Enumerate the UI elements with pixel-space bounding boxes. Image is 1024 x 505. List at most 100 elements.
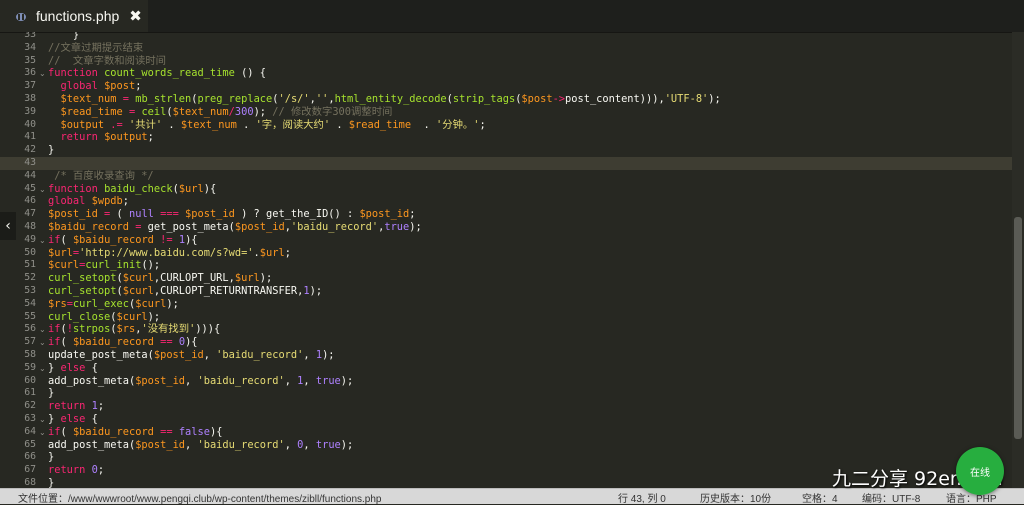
code-token: , bbox=[185, 374, 198, 387]
fold-arrow-icon[interactable]: ⌄ bbox=[39, 235, 46, 247]
code-line[interactable]: 63 ⌄} else { bbox=[0, 413, 1012, 426]
code-token: ); bbox=[340, 438, 354, 451]
code-text: add_post_meta($post_id, 'baidu_record', … bbox=[48, 439, 353, 452]
code-token: ; bbox=[97, 464, 105, 477]
code-text: $read_time = ceil($text_num/300); // 修改数… bbox=[48, 106, 392, 119]
code-line[interactable]: 37 global $post; bbox=[0, 80, 1012, 93]
code-token: $url bbox=[259, 246, 285, 259]
fold-arrow-icon[interactable]: ⌄ bbox=[39, 414, 46, 426]
code-line[interactable]: 57 ⌄ if( $baidu_record == 0){ bbox=[0, 336, 1012, 349]
code-token: ); bbox=[340, 374, 354, 387]
code-token: } bbox=[48, 361, 61, 374]
code-token: () { bbox=[234, 67, 266, 80]
code-text: return 1; bbox=[48, 400, 104, 413]
code-line[interactable]: 64 ⌄ if( $baidu_record == false){ bbox=[0, 426, 1012, 439]
code-line[interactable]: 51 $curl=curl_init(); bbox=[0, 259, 1012, 272]
code-token: '/s/' bbox=[278, 93, 310, 105]
line-number: 67 bbox=[24, 464, 36, 476]
code-line[interactable]: 66} bbox=[0, 451, 1012, 464]
code-token: = bbox=[116, 93, 136, 105]
close-icon[interactable]: ✖ bbox=[129, 7, 142, 25]
code-token: , bbox=[303, 349, 316, 361]
code-line[interactable]: 36 ⌄ function count_words_read_time () { bbox=[0, 67, 1012, 80]
code-line[interactable]: 54 $rs=curl_exec($curl); bbox=[0, 298, 1012, 311]
code-line[interactable]: 40 $output .= '共计' . $text_num . '字，阅读大约… bbox=[0, 119, 1012, 132]
code-text: $url='http://www.baidu.com/s?wd='.$url; bbox=[48, 247, 291, 260]
code-token: ){ bbox=[209, 425, 223, 438]
code-token: //文章过期提示结束 bbox=[48, 41, 144, 54]
line-number: 58 bbox=[24, 349, 36, 360]
code-token: 'baidu_record' bbox=[216, 349, 304, 361]
code-token: ){ bbox=[203, 182, 217, 195]
code-line[interactable]: 42} bbox=[0, 144, 1012, 157]
code-line[interactable]: 52 curl_setopt($curl,CURLOPT_URL,$url); bbox=[0, 272, 1012, 285]
code-token: curl_init bbox=[85, 259, 142, 272]
code-line[interactable]: 38 $text_num = mb_strlen(preg_replace('/… bbox=[0, 93, 1012, 106]
fold-arrow-icon[interactable]: ⌄ bbox=[39, 324, 46, 336]
code-token: $read_time bbox=[348, 118, 412, 131]
code-line[interactable]: 59 ⌄} else { bbox=[0, 362, 1012, 375]
code-token: curl_exec bbox=[72, 297, 129, 310]
code-line[interactable]: 34 //文章过期提示结束 bbox=[0, 42, 1012, 55]
code-token: $post_id bbox=[185, 208, 235, 221]
code-line[interactable]: 33 } bbox=[0, 32, 1012, 42]
code-token: '字，阅读大约' bbox=[255, 118, 331, 131]
fold-arrow-icon[interactable]: ⌄ bbox=[39, 427, 46, 439]
tab-functions-php[interactable]: functions.php ✖ bbox=[0, 0, 148, 32]
code-text: $rs=curl_exec($curl); bbox=[48, 298, 179, 311]
code-token: ); bbox=[409, 221, 422, 233]
line-number: 64 bbox=[24, 425, 36, 437]
code-text: $output .= '共计' . $text_num . '字，阅读大约' .… bbox=[48, 118, 485, 132]
chevron-left-icon[interactable]: ‹ bbox=[0, 212, 16, 240]
code-token: ceil bbox=[141, 105, 167, 118]
line-number: 65 bbox=[24, 438, 36, 450]
code-line[interactable]: 60 add_post_meta($post_id, 'baidu_record'… bbox=[0, 375, 1012, 388]
fold-arrow-icon[interactable]: ⌄ bbox=[39, 184, 46, 196]
fold-arrow-icon[interactable]: ⌄ bbox=[39, 68, 46, 80]
code-text: } else { bbox=[48, 413, 98, 426]
code-line[interactable]: 45 ⌄ function baidu_check($url){ bbox=[0, 183, 1012, 196]
code-line[interactable]: 48 $baidu_record = get_post_meta($post_id… bbox=[0, 221, 1012, 234]
code-token: $curl bbox=[122, 272, 154, 285]
line-number: 52 bbox=[24, 272, 36, 284]
vertical-scrollbar[interactable] bbox=[1012, 32, 1024, 488]
code-token: ){ bbox=[185, 336, 198, 349]
code-token: $text_num bbox=[60, 93, 117, 105]
code-line[interactable]: 55 curl_close($curl); bbox=[0, 311, 1012, 324]
code-line[interactable]: 47 $post_id = ( null === $post_id ) ? get… bbox=[0, 208, 1012, 221]
fold-arrow-icon[interactable]: ⌄ bbox=[39, 337, 46, 349]
code-token: (); bbox=[141, 259, 161, 272]
online-chat-button[interactable]: 在线 bbox=[956, 447, 1004, 495]
code-token: ); bbox=[166, 297, 179, 310]
code-text: global $post; bbox=[48, 80, 141, 93]
code-line[interactable]: 39 $read_time = ceil($text_num/300); // … bbox=[0, 106, 1012, 119]
code-line[interactable]: 43 bbox=[0, 157, 1012, 170]
scrollbar-thumb[interactable] bbox=[1014, 217, 1022, 439]
code-token: return bbox=[48, 464, 86, 477]
code-token: ( bbox=[60, 233, 73, 246]
code-line[interactable]: 46 global $wpdb; bbox=[0, 195, 1012, 208]
code-line[interactable]: 58 update_post_meta($post_id, 'baidu_reco… bbox=[0, 349, 1012, 362]
code-line[interactable]: 44 /* 百度收录查询 */ bbox=[0, 170, 1012, 183]
code-token: function bbox=[48, 182, 98, 195]
code-token: $post bbox=[521, 93, 553, 105]
code-line[interactable]: 62 return 1; bbox=[0, 400, 1012, 413]
code-token: 'baidu_record' bbox=[290, 221, 379, 233]
code-token: . bbox=[330, 118, 349, 131]
line-number: 54 bbox=[24, 297, 36, 309]
code-token: '共计' bbox=[128, 118, 163, 131]
code-line[interactable]: 61} bbox=[0, 387, 1012, 400]
code-line[interactable]: 35 // 文章字数和阅读时间 bbox=[0, 55, 1012, 68]
code-token: $rs bbox=[48, 297, 67, 310]
code-editor[interactable]: 33 } 34//文章过期提示结束 35// 文章字数和阅读时间 36 ⌄ functio… bbox=[0, 32, 1012, 488]
code-line[interactable]: 50 $url='http://www.baidu.com/s?wd='.$url… bbox=[0, 247, 1012, 260]
code-line[interactable]: 56 ⌄ if(!strpos($rs,'没有找到'))){ bbox=[0, 323, 1012, 336]
fold-arrow-icon[interactable]: ⌄ bbox=[39, 363, 46, 375]
code-token: $baidu_record bbox=[72, 425, 154, 438]
code-line[interactable]: 49 ⌄ if( $baidu_record != 1){ bbox=[0, 234, 1012, 247]
code-line[interactable]: 65 add_post_meta($post_id, 'baidu_record'… bbox=[0, 439, 1012, 452]
code-line[interactable]: 41 return $output; bbox=[0, 131, 1012, 144]
code-token: html_entity_decode bbox=[334, 93, 447, 105]
code-line[interactable]: 53 curl_setopt($curl,CURLOPT_RETURNTRANSF… bbox=[0, 285, 1012, 298]
